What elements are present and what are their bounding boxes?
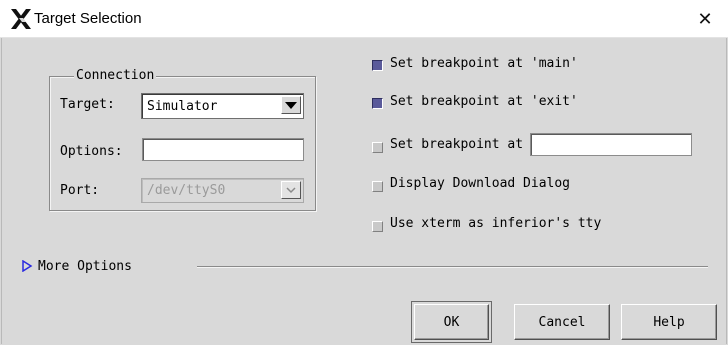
- close-button[interactable]: ✕: [682, 0, 728, 38]
- break-at-checkbox[interactable]: [372, 142, 383, 153]
- break-main-checkbox[interactable]: [372, 60, 383, 71]
- ok-button-label: OK: [443, 314, 460, 330]
- target-label: Target:: [60, 97, 115, 112]
- chevron-down-icon: [286, 187, 296, 194]
- help-button-label: Help: [653, 314, 685, 330]
- triangle-right-icon[interactable]: [21, 260, 33, 272]
- xterm-tty-checkbox[interactable]: [372, 221, 383, 232]
- target-select-value: Simulator: [147, 99, 218, 114]
- break-at-label: Set breakpoint at: [390, 137, 524, 152]
- options-input[interactable]: [142, 138, 304, 161]
- xterm-tty-label: Use xterm as inferior's tty: [390, 216, 602, 231]
- break-main-label: Set breakpoint at 'main': [390, 56, 578, 71]
- chevron-down-icon: [285, 101, 297, 109]
- connection-group-title: Connection: [74, 68, 157, 83]
- break-exit-checkbox[interactable]: [372, 98, 383, 109]
- port-label: Port:: [60, 183, 100, 198]
- options-label: Options:: [60, 144, 123, 159]
- cancel-button-label: Cancel: [538, 314, 586, 330]
- port-dropdown-button[interactable]: [281, 181, 301, 199]
- target-select[interactable]: Simulator: [141, 93, 304, 119]
- more-options-toggle[interactable]: More Options: [38, 259, 132, 274]
- port-select-value: /dev/ttyS0: [147, 183, 226, 198]
- separator: [197, 266, 708, 268]
- break-exit-label: Set breakpoint at 'exit': [390, 94, 578, 109]
- break-at-input[interactable]: [530, 133, 692, 156]
- port-select[interactable]: /dev/ttyS0: [141, 178, 304, 203]
- x-window-icon: [11, 9, 31, 29]
- download-dialog-label: Display Download Dialog: [390, 176, 571, 191]
- title-bar: Target Selection ✕: [0, 0, 728, 38]
- window-title: Target Selection: [34, 10, 142, 27]
- target-dropdown-button[interactable]: [281, 96, 301, 114]
- ok-button[interactable]: OK: [411, 301, 492, 343]
- help-button[interactable]: Help: [621, 304, 717, 340]
- close-icon: ✕: [697, 8, 713, 30]
- download-dialog-checkbox[interactable]: [372, 181, 383, 192]
- cancel-button[interactable]: Cancel: [514, 304, 610, 340]
